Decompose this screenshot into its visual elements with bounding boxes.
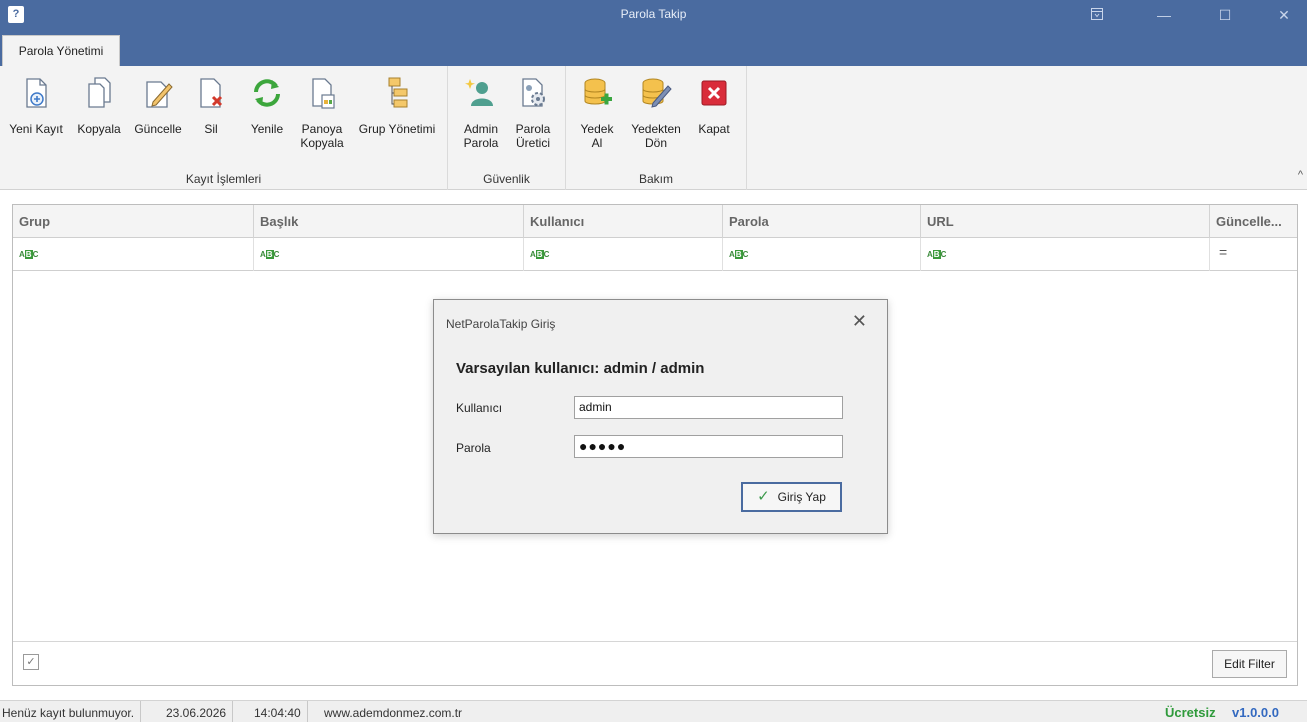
maximize-button[interactable]: ☐ (1202, 0, 1248, 30)
column-header-grup[interactable]: Grup (13, 205, 254, 238)
status-date: 23.06.2026 (166, 701, 234, 722)
backup-button[interactable]: Yedek Al (572, 70, 622, 166)
username-field[interactable]: admin (574, 396, 843, 419)
filter-cell-grup[interactable]: ABC (13, 238, 254, 271)
ribbon-group-guvenlik: Admin Parola Parola Üretici Güvenlik (448, 66, 566, 190)
grid-filter-panel: ✓ Edit Filter (13, 641, 1297, 685)
refresh-label: Yenile (250, 122, 284, 136)
password-field[interactable]: ●●●●● (574, 435, 843, 458)
column-header-guncelleme[interactable]: Güncelle... (1210, 205, 1297, 238)
equals-filter-icon: = (1219, 244, 1228, 260)
edit-icon (146, 81, 173, 108)
refresh-icon (254, 79, 280, 107)
text-filter-icon: ABC (530, 250, 550, 259)
login-button[interactable]: ✓ Giriş Yap (741, 482, 842, 512)
group-label-bakim: Bakım (638, 172, 673, 186)
group-management-label: Grup Yönetimi (358, 122, 436, 136)
group-management-button[interactable]: Grup Yönetimi (353, 70, 441, 166)
dialog-close-icon[interactable]: ✕ (852, 311, 867, 332)
password-generator-button[interactable]: Parola Üretici (508, 70, 558, 166)
column-header-kullanici[interactable]: Kullanıcı (524, 205, 723, 238)
filter-cell-url[interactable]: ABC (921, 238, 1210, 271)
admin-password-label: Admin Parola (463, 122, 499, 150)
delete-label: Sil (204, 122, 218, 136)
password-generator-icon (522, 78, 545, 107)
close-window-button[interactable]: ✕ (1261, 0, 1307, 30)
copy-label: Kopyala (77, 122, 121, 136)
group-tree-icon (388, 77, 408, 108)
ribbon-group-bakim: Yedek Al Yedekten Dön Kapat Bakım (566, 66, 747, 190)
clipboard-copy-button[interactable]: Panoya Kopyala (295, 70, 349, 166)
clipboard-copy-icon (312, 78, 335, 109)
grid-filter-row: ABC ABC ABC ABC ABC = (13, 238, 1297, 271)
close-app-icon (701, 80, 727, 106)
update-label: Güncelle (134, 122, 182, 136)
backup-icon (584, 78, 612, 105)
check-icon: ✓ (757, 488, 770, 505)
column-header-baslik[interactable]: Başlık (254, 205, 524, 238)
group-label-guvenlik: Güvenlik (483, 172, 530, 186)
restore-label: Yedekten Dön (631, 122, 681, 150)
filter-cell-parola[interactable]: ABC (723, 238, 921, 271)
password-generator-label: Parola Üretici (515, 122, 551, 150)
dialog-heading: Varsayılan kullanıcı: admin / admin (456, 360, 705, 377)
edit-filter-button[interactable]: Edit Filter (1212, 650, 1287, 678)
grid-header-row: Grup Başlık Kullanıcı Parola URL Güncell… (13, 205, 1297, 238)
license-badge: Ücretsiz (1165, 705, 1216, 720)
new-record-icon (26, 78, 47, 108)
update-button[interactable]: Güncelle (129, 70, 187, 166)
clipboard-copy-label: Panoya Kopyala (300, 122, 344, 150)
status-time: 14:04:40 (254, 701, 308, 722)
version-label: v1.0.0.0 (1232, 705, 1279, 720)
ribbon-group-kayit-islemleri: Yeni Kayıt Kopyala Güncelle Sil Yenile P… (0, 66, 448, 190)
ribbon-collapse-icon[interactable]: ^ (1298, 169, 1303, 181)
admin-user-icon (465, 79, 493, 106)
status-website-link[interactable]: www.ademdonmez.com.tr (324, 701, 468, 722)
new-record-label: Yeni Kayıt (9, 122, 63, 136)
login-dialog: NetParolaTakip Giriş ✕ Varsayılan kullan… (433, 299, 888, 534)
close-app-label: Kapat (698, 122, 730, 136)
filter-cell-guncelleme[interactable]: = (1210, 238, 1297, 271)
tab-parola-yonetimi[interactable]: Parola Yönetimi (2, 35, 120, 66)
password-label: Parola (456, 441, 491, 455)
admin-password-button[interactable]: Admin Parola (456, 70, 506, 166)
status-message: Henüz kayıt bulunmuyor. (2, 701, 142, 722)
restore-button[interactable]: Yedekten Dön (624, 70, 688, 166)
text-filter-icon: ABC (927, 250, 947, 259)
ribbon-display-options-icon[interactable] (1074, 0, 1120, 30)
column-header-url[interactable]: URL (921, 205, 1210, 238)
filter-enable-checkbox[interactable]: ✓ (23, 654, 39, 670)
title-bar: ? Parola Takip — ☐ ✕ (0, 0, 1307, 30)
group-label-kayit-islemleri: Kayıt İşlemleri (185, 172, 262, 186)
text-filter-icon: ABC (729, 250, 749, 259)
ribbon: Yeni Kayıt Kopyala Güncelle Sil Yenile P… (0, 66, 1307, 190)
ribbon-tab-strip: Parola Yönetimi (0, 30, 1307, 66)
backup-label: Yedek Al (580, 122, 614, 150)
copy-button[interactable]: Kopyala (71, 70, 127, 166)
copy-icon (88, 77, 111, 108)
login-button-label: Giriş Yap (777, 490, 826, 504)
minimize-button[interactable]: — (1141, 0, 1187, 30)
filter-cell-kullanici[interactable]: ABC (524, 238, 723, 271)
close-app-button[interactable]: Kapat (690, 70, 738, 166)
delete-icon (200, 78, 223, 108)
filter-cell-baslik[interactable]: ABC (254, 238, 524, 271)
text-filter-icon: ABC (19, 250, 39, 259)
delete-button[interactable]: Sil (189, 70, 233, 166)
username-label: Kullanıcı (456, 401, 503, 415)
column-header-parola[interactable]: Parola (723, 205, 921, 238)
refresh-button[interactable]: Yenile (243, 70, 291, 166)
restore-icon (642, 78, 672, 108)
dialog-title: NetParolaTakip Giriş (446, 317, 556, 331)
status-bar: Henüz kayıt bulunmuyor. 23.06.2026 14:04… (0, 700, 1307, 722)
text-filter-icon: ABC (260, 250, 280, 259)
new-record-button[interactable]: Yeni Kayıt (3, 70, 69, 166)
